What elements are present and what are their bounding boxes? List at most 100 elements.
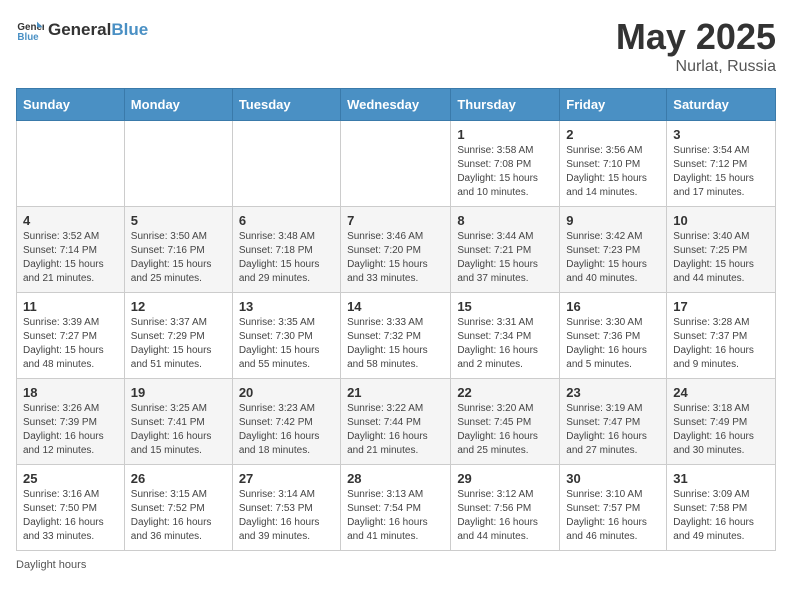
day-info: Sunrise: 3:52 AM Sunset: 7:14 PM Dayligh… [23, 230, 118, 286]
calendar-cell: 12 Sunrise: 3:37 AM Sunset: 7:29 PM Dayli… [124, 293, 232, 379]
logo: General Blue General Blue [16, 16, 148, 44]
calendar-cell: 19 Sunrise: 3:25 AM Sunset: 7:41 PM Dayli… [124, 379, 232, 465]
day-info: Sunrise: 3:30 AM Sunset: 7:36 PM Dayligh… [566, 316, 660, 372]
day-info: Sunrise: 3:42 AM Sunset: 7:23 PM Dayligh… [566, 230, 660, 286]
day-number: 12 [131, 299, 226, 314]
day-info: Sunrise: 3:46 AM Sunset: 7:20 PM Dayligh… [347, 230, 444, 286]
day-number: 2 [566, 127, 660, 142]
calendar-cell: 25 Sunrise: 3:16 AM Sunset: 7:50 PM Dayli… [17, 465, 125, 551]
calendar-cell: 13Sunrise: 3:35 AM Sunset: 7:30 PM Dayli… [232, 293, 340, 379]
day-number: 18 [23, 385, 118, 400]
calendar-table: SundayMondayTuesdayWednesdayThursdayFrid… [16, 88, 776, 551]
day-number: 26 [131, 471, 226, 486]
day-info: Sunrise: 3:10 AM Sunset: 7:57 PM Dayligh… [566, 488, 660, 544]
calendar-week-row: 4Sunrise: 3:52 AM Sunset: 7:14 PM Daylig… [17, 207, 776, 293]
day-info: Sunrise: 3:58 AM Sunset: 7:08 PM Dayligh… [457, 144, 553, 200]
day-number: 17 [673, 299, 769, 314]
calendar-cell: 28Sunrise: 3:13 AM Sunset: 7:54 PM Dayli… [341, 465, 451, 551]
day-info: Sunrise: 3:33 AM Sunset: 7:32 PM Dayligh… [347, 316, 444, 372]
calendar-cell: 30 Sunrise: 3:10 AM Sunset: 7:57 PM Dayli… [560, 465, 667, 551]
calendar-cell: 21 Sunrise: 3:22 AM Sunset: 7:44 PM Dayli… [341, 379, 451, 465]
calendar-cell: 23Sunrise: 3:19 AM Sunset: 7:47 PM Dayli… [560, 379, 667, 465]
day-number: 1 [457, 127, 553, 142]
calendar-week-row: 1 Sunrise: 3:58 AM Sunset: 7:08 PM Daylig… [17, 121, 776, 207]
calendar-cell [17, 121, 125, 207]
day-number: 15 [457, 299, 553, 314]
col-header-thursday: Thursday [451, 89, 560, 121]
calendar-cell: 14 Sunrise: 3:33 AM Sunset: 7:32 PM Dayli… [341, 293, 451, 379]
logo-icon: General Blue [16, 16, 44, 44]
col-header-monday: Monday [124, 89, 232, 121]
day-info: Sunrise: 3:25 AM Sunset: 7:41 PM Dayligh… [131, 402, 226, 458]
calendar-week-row: 18 Sunrise: 3:26 AM Sunset: 7:39 PM Dayli… [17, 379, 776, 465]
calendar-cell: 24Sunrise: 3:18 AM Sunset: 7:49 PM Dayli… [667, 379, 776, 465]
col-header-friday: Friday [560, 89, 667, 121]
day-info: Sunrise: 3:18 AM Sunset: 7:49 PM Dayligh… [673, 402, 769, 458]
day-number: 9 [566, 213, 660, 228]
day-number: 11 [23, 299, 118, 314]
day-number: 3 [673, 127, 769, 142]
day-number: 29 [457, 471, 553, 486]
calendar-cell: 15 Sunrise: 3:31 AM Sunset: 7:34 PM Dayli… [451, 293, 560, 379]
location-subtitle: Nurlat, Russia [616, 58, 776, 76]
calendar-cell: 22 Sunrise: 3:20 AM Sunset: 7:45 PM Dayli… [451, 379, 560, 465]
calendar-cell: 17 Sunrise: 3:28 AM Sunset: 7:37 PM Dayli… [667, 293, 776, 379]
calendar-cell [341, 121, 451, 207]
day-number: 8 [457, 213, 553, 228]
day-number: 6 [239, 213, 334, 228]
calendar-cell: 6Sunrise: 3:48 AM Sunset: 7:18 PM Daylig… [232, 207, 340, 293]
calendar-cell: 29 Sunrise: 3:12 AM Sunset: 7:56 PM Dayli… [451, 465, 560, 551]
day-number: 7 [347, 213, 444, 228]
calendar-cell: 7 Sunrise: 3:46 AM Sunset: 7:20 PM Daylig… [341, 207, 451, 293]
calendar-cell: 2 Sunrise: 3:56 AM Sunset: 7:10 PM Daylig… [560, 121, 667, 207]
day-info: Sunrise: 3:50 AM Sunset: 7:16 PM Dayligh… [131, 230, 226, 286]
calendar-cell: 3Sunrise: 3:54 AM Sunset: 7:12 PM Daylig… [667, 121, 776, 207]
day-info: Sunrise: 3:31 AM Sunset: 7:34 PM Dayligh… [457, 316, 553, 372]
col-header-wednesday: Wednesday [341, 89, 451, 121]
calendar-cell: 11 Sunrise: 3:39 AM Sunset: 7:27 PM Dayli… [17, 293, 125, 379]
logo-general-text: General [48, 20, 111, 40]
calendar-cell: 18 Sunrise: 3:26 AM Sunset: 7:39 PM Dayli… [17, 379, 125, 465]
title-area: May 2025 Nurlat, Russia [616, 16, 776, 76]
calendar-cell: 20Sunrise: 3:23 AM Sunset: 7:42 PM Dayli… [232, 379, 340, 465]
calendar-cell: 31Sunrise: 3:09 AM Sunset: 7:58 PM Dayli… [667, 465, 776, 551]
calendar-week-row: 11 Sunrise: 3:39 AM Sunset: 7:27 PM Dayli… [17, 293, 776, 379]
day-number: 13 [239, 299, 334, 314]
day-number: 10 [673, 213, 769, 228]
col-header-saturday: Saturday [667, 89, 776, 121]
day-number: 19 [131, 385, 226, 400]
day-number: 27 [239, 471, 334, 486]
calendar-cell: 27 Sunrise: 3:14 AM Sunset: 7:53 PM Dayli… [232, 465, 340, 551]
day-info: Sunrise: 3:39 AM Sunset: 7:27 PM Dayligh… [23, 316, 118, 372]
day-number: 25 [23, 471, 118, 486]
day-number: 14 [347, 299, 444, 314]
calendar-cell [124, 121, 232, 207]
day-info: Sunrise: 3:22 AM Sunset: 7:44 PM Dayligh… [347, 402, 444, 458]
day-info: Sunrise: 3:20 AM Sunset: 7:45 PM Dayligh… [457, 402, 553, 458]
calendar-cell: 10Sunrise: 3:40 AM Sunset: 7:25 PM Dayli… [667, 207, 776, 293]
header: General Blue General Blue May 2025 Nurla… [16, 16, 776, 76]
calendar-cell [232, 121, 340, 207]
calendar-cell: 5Sunrise: 3:50 AM Sunset: 7:16 PM Daylig… [124, 207, 232, 293]
day-info: Sunrise: 3:23 AM Sunset: 7:42 PM Dayligh… [239, 402, 334, 458]
day-info: Sunrise: 3:15 AM Sunset: 7:52 PM Dayligh… [131, 488, 226, 544]
calendar-cell: 9 Sunrise: 3:42 AM Sunset: 7:23 PM Daylig… [560, 207, 667, 293]
calendar-cell: 16Sunrise: 3:30 AM Sunset: 7:36 PM Dayli… [560, 293, 667, 379]
day-info: Sunrise: 3:14 AM Sunset: 7:53 PM Dayligh… [239, 488, 334, 544]
day-info: Sunrise: 3:56 AM Sunset: 7:10 PM Dayligh… [566, 144, 660, 200]
day-info: Sunrise: 3:37 AM Sunset: 7:29 PM Dayligh… [131, 316, 226, 372]
day-number: 22 [457, 385, 553, 400]
day-number: 30 [566, 471, 660, 486]
day-info: Sunrise: 3:16 AM Sunset: 7:50 PM Dayligh… [23, 488, 118, 544]
day-info: Sunrise: 3:12 AM Sunset: 7:56 PM Dayligh… [457, 488, 553, 544]
day-number: 28 [347, 471, 444, 486]
calendar-cell: 4Sunrise: 3:52 AM Sunset: 7:14 PM Daylig… [17, 207, 125, 293]
calendar-header-row: SundayMondayTuesdayWednesdayThursdayFrid… [17, 89, 776, 121]
svg-text:Blue: Blue [17, 32, 39, 43]
day-info: Sunrise: 3:28 AM Sunset: 7:37 PM Dayligh… [673, 316, 769, 372]
calendar-week-row: 25 Sunrise: 3:16 AM Sunset: 7:50 PM Dayli… [17, 465, 776, 551]
day-info: Sunrise: 3:26 AM Sunset: 7:39 PM Dayligh… [23, 402, 118, 458]
calendar-cell: 1 Sunrise: 3:58 AM Sunset: 7:08 PM Daylig… [451, 121, 560, 207]
day-number: 21 [347, 385, 444, 400]
calendar-cell: 8Sunrise: 3:44 AM Sunset: 7:21 PM Daylig… [451, 207, 560, 293]
